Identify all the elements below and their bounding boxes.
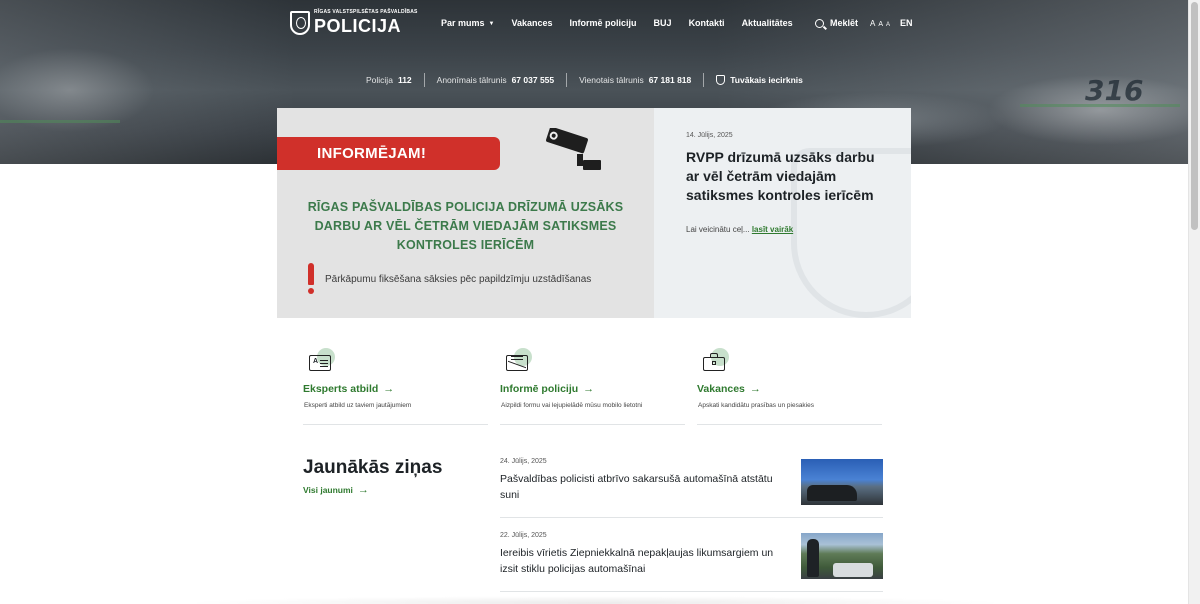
latest-news-heading: Jaunākās ziņas [303, 457, 443, 478]
logo-title: POLICIJA [314, 16, 402, 36]
caret-down-icon: ▼ [488, 21, 495, 27]
page-scrollbar[interactable] [1188, 0, 1200, 604]
news-title[interactable]: Pašvaldības policisti atbrīvo sakarsušā … [500, 471, 790, 503]
quick-link-report[interactable]: Informē policiju → Aizpildi formu vai lej… [500, 346, 685, 425]
news-thumbnail[interactable] [801, 459, 883, 505]
featured-image-headline: RĪGAS PAŠVALDĪBAS POLICIJA DRĪZUMĀ UZSĀK… [307, 200, 624, 252]
nav-item-about[interactable]: Par mums ▼ [441, 18, 494, 28]
nearest-precinct-link[interactable]: Tuvākais iecirknis [716, 75, 803, 85]
contacts-bar: Policija 112 Anonīmais tālrunis 67 037 555… [366, 73, 803, 87]
language-switch[interactable]: EN [900, 18, 913, 28]
scrollbar-thumb[interactable] [1191, 2, 1198, 230]
featured-title[interactable]: RVPP drīzumā uzsāks darbu ar vēl četrām … [686, 148, 881, 205]
news-title[interactable]: Iereibis vīrietis Ziepniekkalnā nepakļau… [500, 545, 790, 577]
featured-news[interactable]: INFORMĒJAM! RĪGAS PAŠVALDĪBAS POLICIJA D… [277, 108, 911, 318]
featured-text-panel: 14. Jūlijs, 2025 RVPP drīzumā uzsāks dar… [654, 108, 911, 318]
font-size-small[interactable]: A [886, 22, 890, 28]
logo-subtitle: RĪGAS VALSTSPILSĒTAS PAŠVALDĪBAS [314, 9, 418, 15]
cctv-camera-icon [546, 128, 601, 170]
quick-link-desc: Apskati kandidātu prasības un piesakies [698, 402, 814, 409]
police-badge-icon [290, 10, 310, 35]
shield-icon [716, 75, 726, 85]
bottom-shadow [180, 596, 1010, 604]
news-thumbnail[interactable] [801, 533, 883, 579]
all-news-link[interactable]: Visi jaunumi → [303, 484, 369, 496]
arrow-right-icon: → [357, 484, 369, 496]
chat-icon: A [307, 348, 335, 374]
hero-car-number: 316 [1085, 74, 1144, 107]
nav-item-vacancies[interactable]: Vakances [511, 18, 552, 28]
nav-item-contacts[interactable]: Kontakti [689, 18, 725, 28]
search-icon [815, 18, 824, 28]
font-size-controls: A A A [870, 19, 890, 28]
main-nav: Par mums ▼ Vakances Informē policiju BUJ … [441, 18, 810, 28]
quick-link-title: Informē policiju [500, 383, 579, 395]
arrow-right-icon: → [383, 383, 395, 395]
quick-link-title: Eksperts atbild [303, 383, 379, 395]
quick-link-expert[interactable]: A Eksperts atbild → Eksperti atbild uz ta… [303, 346, 488, 425]
briefcase-icon [701, 348, 729, 374]
search-label: Meklēt [830, 18, 859, 28]
divider [423, 73, 425, 87]
site-logo[interactable]: RĪGAS VALSTSPILSĒTAS PAŠVALDĪBAS POLICIJ… [290, 10, 418, 35]
font-size-large[interactable]: A [870, 19, 875, 28]
contact-unified[interactable]: Vienotais tālrunis 67 181 818 [579, 75, 691, 85]
divider [703, 73, 705, 87]
car-stripe [1020, 104, 1180, 107]
quick-link-vacancies[interactable]: Vakances → Apskati kandidātu prasības un … [697, 346, 882, 425]
quick-link-desc: Aizpildi formu vai lejupielādē mūsu mobi… [501, 402, 643, 409]
search-button[interactable]: Meklēt [815, 18, 858, 28]
nav-item-report[interactable]: Informē policiju [570, 18, 637, 28]
news-item[interactable]: 22. Jūlijs, 2025 Iereibis vīrietis Ziepn… [500, 532, 883, 592]
font-size-medium[interactable]: A [878, 21, 883, 28]
quick-link-desc: Eksperti atbild uz taviem jautājumiem [304, 402, 412, 409]
arrow-right-icon: → [583, 383, 595, 395]
site-header: RĪGAS VALSTSPILSĒTAS PAŠVALDĪBAS POLICIJ… [0, 0, 1188, 50]
contact-police[interactable]: Policija 112 [366, 75, 412, 85]
featured-image: INFORMĒJAM! RĪGAS PAŠVALDĪBAS POLICIJA D… [277, 108, 654, 318]
car-stripe [0, 120, 120, 123]
quick-link-title: Vakances [697, 383, 745, 395]
featured-image-note: Pārkāpumu fiksēšana sāksies pēc papildzī… [307, 263, 591, 295]
divider [566, 73, 568, 87]
featured-date: 14. Jūlijs, 2025 [686, 132, 733, 139]
quick-links: A Eksperts atbild → Eksperti atbild uz ta… [303, 346, 894, 425]
mail-icon [504, 348, 532, 374]
arrow-right-icon: → [749, 383, 761, 395]
featured-lead: Lai veicinātu ceļ... lasīt vairāk [686, 225, 794, 234]
exclamation-icon [307, 263, 315, 295]
nav-item-news[interactable]: Aktualitātes [742, 18, 793, 28]
read-more-link[interactable]: lasīt vairāk [752, 225, 793, 234]
banner-text: INFORMĒJAM! [317, 145, 427, 162]
news-item[interactable]: 24. Jūlijs, 2025 Pašvaldības policisti a… [500, 458, 883, 518]
contact-anonymous[interactable]: Anonīmais tālrunis 67 037 555 [437, 75, 554, 85]
nav-item-faq[interactable]: BUJ [654, 18, 672, 28]
